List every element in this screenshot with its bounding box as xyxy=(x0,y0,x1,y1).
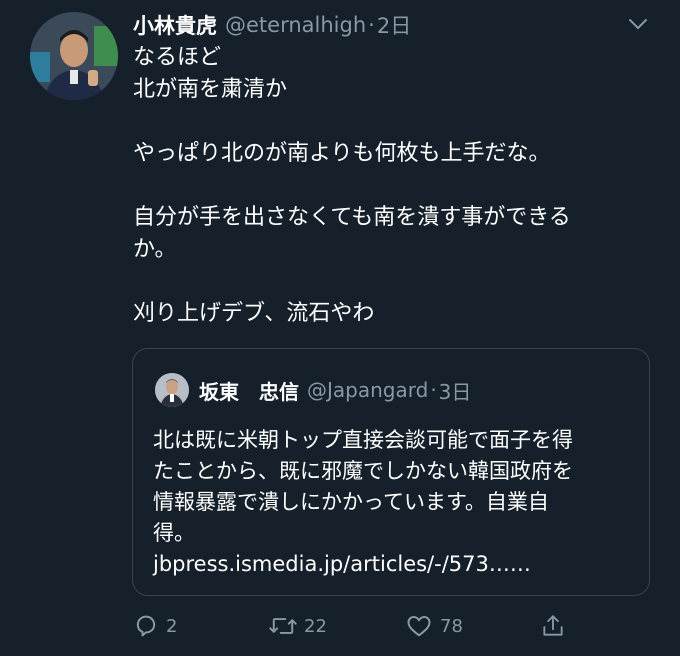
retweet-button[interactable]: 22 xyxy=(268,610,327,642)
share-button[interactable] xyxy=(540,610,572,642)
tweet-line: なるほど xyxy=(133,45,222,70)
quoted-author-avatar xyxy=(155,373,189,407)
quoted-avatar-image xyxy=(155,373,189,407)
quoted-line: 北は既に米朝トップ直接会談可能で面子を得 xyxy=(153,428,573,452)
author-avatar-image xyxy=(30,12,118,100)
author-display-name[interactable]: 小林貴虎 xyxy=(133,10,217,40)
tweet-line xyxy=(133,170,633,202)
like-button[interactable]: 78 xyxy=(404,610,463,642)
quoted-line: たことから、既に邪魔でしかない韓国政府を xyxy=(153,459,573,483)
like-count: 78 xyxy=(440,615,463,637)
author-handle[interactable]: @eternalhigh xyxy=(225,13,366,37)
separator-dot: · xyxy=(368,13,375,37)
share-icon xyxy=(543,615,563,636)
separator-dot: · xyxy=(430,378,437,402)
retweet-icon xyxy=(269,618,297,634)
tweet-actions: 2 22 78 xyxy=(132,610,592,642)
tweet-header: 小林貴虎 @eternalhigh · 2日 xyxy=(133,10,660,40)
quoted-tweet-body: 北は既に米朝トップ直接会談可能で面子を得 たことから、既に邪魔でしかない韓国政府… xyxy=(153,425,639,580)
quoted-line: 情報暴露で潰しにかかっています。自業自 xyxy=(153,490,549,514)
quoted-tweet-link[interactable]: jbpress.ismedia.jp/articles/-/573…… xyxy=(153,552,531,576)
tweet-body: なるほど 北が南を粛清か やっぱり北のが南よりも何枚も上手だな。 自分が手を出さ… xyxy=(133,42,633,330)
quoted-line: 得。 xyxy=(153,521,195,545)
quoted-tweet-header: 坂東 忠信 @Japangard · 3日 xyxy=(199,373,639,407)
reply-button[interactable]: 2 xyxy=(132,610,177,642)
quoted-author-display-name: 坂東 忠信 xyxy=(199,379,299,404)
tweet-line: 北が南を粛清か xyxy=(133,77,288,102)
reply-count: 2 xyxy=(166,615,178,637)
author-avatar[interactable] xyxy=(30,12,118,100)
tweet-line: か。 xyxy=(133,237,177,262)
chevron-down-icon xyxy=(629,19,647,29)
tweet-line xyxy=(133,266,633,298)
tweet-line: 自分が手を出さなくても南を潰す事ができる xyxy=(133,205,571,230)
quoted-tweet-timestamp: 3日 xyxy=(438,379,472,404)
reply-icon xyxy=(136,615,156,637)
retweet-count: 22 xyxy=(304,615,327,637)
heart-icon xyxy=(407,616,431,637)
tweet-line: やっぱり北のが南よりも何枚も上手だな。 xyxy=(133,141,551,166)
tweet-timestamp[interactable]: 2日 xyxy=(377,10,411,40)
tweet-menu-button[interactable] xyxy=(628,16,648,30)
quoted-tweet-card[interactable]: 坂東 忠信 @Japangard · 3日 北は既に米朝トップ直接会談可能で面子… xyxy=(132,348,650,596)
tweet-line: 刈り上げデブ、流石やわ xyxy=(133,301,375,326)
tweet-line xyxy=(133,106,633,138)
quoted-author-handle: @Japangard xyxy=(307,378,429,402)
